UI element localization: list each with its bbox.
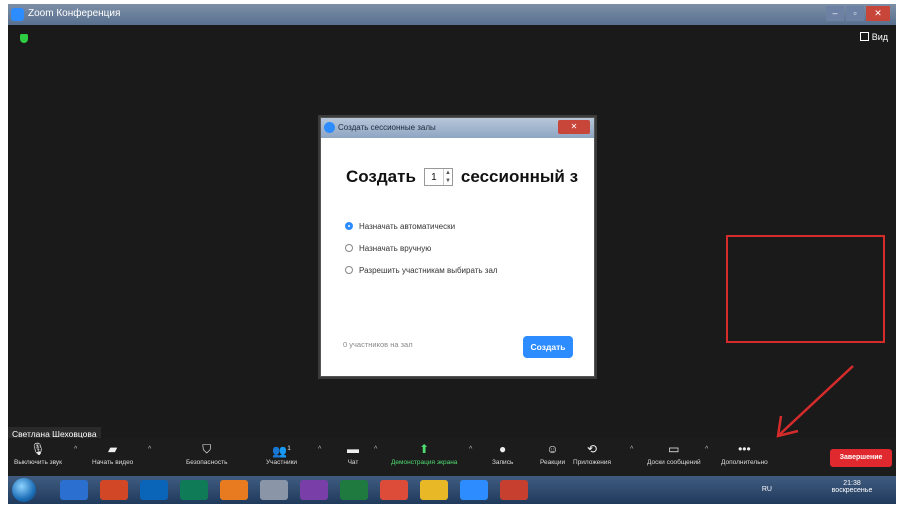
video-options-chevron-icon[interactable]: ^ xyxy=(148,446,151,453)
audio-options-chevron-icon[interactable]: ^ xyxy=(74,446,77,453)
more-label: Дополнительно xyxy=(721,459,768,466)
shield-icon: ⛉ xyxy=(202,442,212,456)
meeting-toolbar: 🎙 Выключить звук ^ ▰ Начать видео ^ ⛉ Безоп… xyxy=(8,438,896,476)
mute-button[interactable]: 🎙 Выключить звук xyxy=(14,442,62,466)
internet-explorer-icon[interactable] xyxy=(60,480,88,500)
participants-count: 1 xyxy=(287,446,291,452)
security-button[interactable]: ⛉ Безопасность xyxy=(186,442,227,466)
apps-chevron-icon[interactable]: ^ xyxy=(630,446,633,453)
chat-icon: ▬ xyxy=(347,442,359,456)
record-icon: ● xyxy=(499,442,507,456)
media-icon[interactable] xyxy=(260,480,288,500)
record-button[interactable]: ● Запись xyxy=(492,442,513,466)
security-label: Безопасность xyxy=(186,459,228,466)
start-video-button[interactable]: ▰ Начать видео xyxy=(92,442,133,466)
apps-button[interactable]: ⟲ Приложения xyxy=(573,442,611,466)
browser-icon[interactable] xyxy=(220,480,248,500)
share-screen-icon: ⬆ xyxy=(419,442,430,456)
chat-button[interactable]: ▬ Чат xyxy=(347,442,359,466)
whiteboard-icon: ▭ xyxy=(668,442,680,456)
microphone-icon: 🎙 xyxy=(30,442,46,456)
participants-icon: 👥1 xyxy=(272,444,291,458)
chat-label: Чат xyxy=(347,459,359,466)
folder-icon[interactable] xyxy=(420,480,448,500)
video-off-icon: ▰ xyxy=(108,442,118,456)
video-label: Начать видео xyxy=(92,459,134,466)
apps-icon: ⟲ xyxy=(586,442,598,456)
apps-label: Приложения xyxy=(573,459,612,466)
share-chevron-icon[interactable]: ^ xyxy=(469,446,472,453)
participants-button[interactable]: 👥1 Участники xyxy=(266,442,297,466)
language-indicator[interactable]: RU xyxy=(762,486,772,493)
clock-time: 21:38 xyxy=(843,480,861,487)
more-button[interactable]: ••• Дополнительно xyxy=(721,442,768,466)
more-dots-icon: ••• xyxy=(738,442,751,456)
start-button[interactable] xyxy=(12,478,36,502)
record-label: Запись xyxy=(492,459,514,466)
zoom-app-icon[interactable] xyxy=(460,480,488,500)
participants-chevron-icon[interactable]: ^ xyxy=(318,446,321,453)
whiteboard-button[interactable]: ▭ Доски сообщений xyxy=(647,442,701,466)
chat-chevron-icon[interactable]: ^ xyxy=(374,446,377,453)
end-meeting-button[interactable]: Завершение xyxy=(830,449,892,467)
reactions-button[interactable]: ☺ Реакции xyxy=(540,442,565,466)
share-label: Демонстрация экрана xyxy=(391,459,458,466)
reactions-label: Реакции xyxy=(540,459,566,466)
participants-label: Участники xyxy=(266,459,298,466)
outlook-icon[interactable] xyxy=(140,480,168,500)
zoom-window: Zoom Конференция – ▫ ✕ Вид Создать сесси… xyxy=(8,4,896,504)
powerpoint-icon[interactable] xyxy=(100,480,128,500)
onenote-icon[interactable] xyxy=(300,480,328,500)
app-icon[interactable] xyxy=(500,480,528,500)
mute-label: Выключить звук xyxy=(14,459,63,466)
reaction-icon: ☺ xyxy=(546,442,559,456)
clock-day: воскресенье xyxy=(831,487,873,494)
whiteboard-label: Доски сообщений xyxy=(647,459,701,466)
chrome-icon[interactable] xyxy=(380,480,408,500)
share-screen-button[interactable]: ⬆ Демонстрация экрана xyxy=(391,442,457,466)
whiteboard-chevron-icon[interactable]: ^ xyxy=(705,446,708,453)
publisher-icon[interactable] xyxy=(180,480,208,500)
clock[interactable]: 21:38 воскресенье xyxy=(822,480,882,494)
excel-icon[interactable] xyxy=(340,480,368,500)
windows-taskbar: RU 21:38 воскресенье xyxy=(8,476,896,504)
annotation-arrow-icon xyxy=(776,365,854,438)
